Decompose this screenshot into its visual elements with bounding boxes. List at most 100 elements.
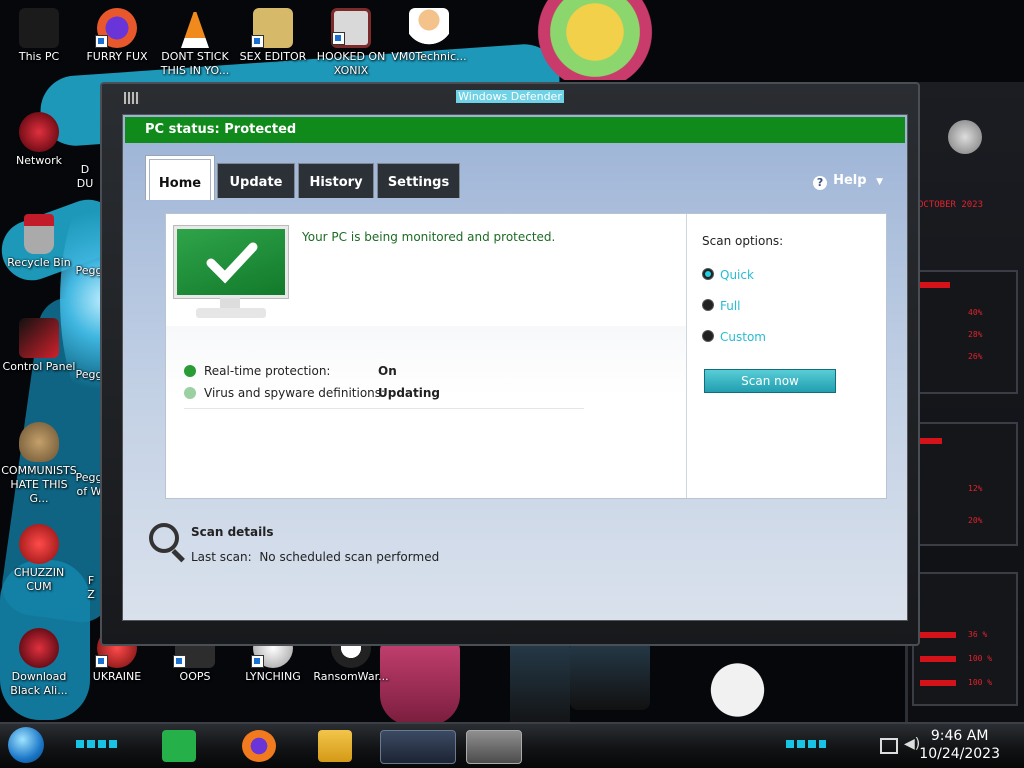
defender-taskbar-button[interactable]	[380, 730, 456, 764]
hud-panel: 36 % 100 % 100 %	[912, 572, 1018, 706]
help-menu[interactable]: ? Help ▼	[813, 173, 883, 190]
desktop-icon-this-pc[interactable]: This PC	[0, 8, 78, 64]
control-panel-icon	[19, 318, 59, 358]
taskbar-decoration	[786, 740, 826, 748]
desktop-icon-label: Network	[16, 154, 62, 167]
help-label: Help	[833, 173, 867, 188]
hud-bar	[920, 656, 956, 662]
technician-icon	[409, 8, 449, 48]
help-icon: ?	[813, 176, 828, 190]
hud-readout: 100 %	[968, 654, 993, 663]
notes-icon[interactable]	[162, 730, 196, 762]
scan-option-custom[interactable]: Custom	[702, 330, 766, 344]
desktop-icon-label: CHUZZIN CUM	[13, 566, 65, 593]
monitor-screen	[174, 226, 288, 298]
taskbar: ◀) 9:46 AM 10/24/2023	[0, 722, 1024, 768]
defender-window[interactable]: Windows Defender PC status: Protected Ho…	[100, 82, 920, 646]
desktop-icon-hooked-on-xonix[interactable]: HOOKED ON XONIX	[312, 8, 390, 78]
defender-client-area: PC status: Protected Home Update History…	[122, 114, 908, 621]
check-circle-icon	[184, 365, 196, 377]
wallpaper-character-leg	[510, 640, 570, 730]
desktop-icon-network[interactable]: Network	[0, 112, 78, 168]
pc-status-bar: PC status: Protected	[125, 117, 905, 143]
tab-settings[interactable]: Settings	[377, 163, 460, 198]
money-bag-icon	[19, 422, 59, 462]
protected-monitor-icon	[174, 226, 288, 330]
scan-now-button[interactable]: Scan now	[704, 369, 836, 393]
radio-icon	[702, 330, 714, 342]
tab-update[interactable]: Update	[217, 163, 295, 198]
chevron-down-icon: ▼	[876, 177, 883, 187]
hud-readout: 36 %	[968, 630, 988, 639]
tab-history[interactable]: History	[298, 163, 374, 198]
hud-sidebar: OCTOBER 2023 40% 28% 26% 12% 20% 36 % 10…	[905, 82, 1024, 722]
desktop-icon-sex-editor[interactable]: SEX EDITOR	[234, 8, 312, 64]
tab-home[interactable]: Home	[145, 155, 215, 200]
alien-logo-icon	[948, 120, 982, 154]
desktop-icon-label: FURRY FUX	[86, 50, 148, 63]
file-explorer-icon[interactable]	[318, 730, 352, 762]
wallpaper-character-leg	[380, 640, 460, 725]
computer-icon	[19, 8, 59, 48]
hud-readout: 12%	[968, 484, 983, 493]
taskbar-clock[interactable]: 9:46 AM 10/24/2023	[919, 727, 1000, 763]
alien-icon	[19, 628, 59, 668]
clock-time: 9:46 AM	[930, 728, 989, 744]
wallpaper-character-leg	[570, 640, 650, 710]
desktop-icon-label: Download Black Ali...	[10, 670, 68, 697]
radio-selected-icon	[702, 268, 714, 280]
desktop-icon-control-panel[interactable]: Control Panel	[0, 318, 78, 374]
home-panel: Your PC is being monitored and protected…	[165, 213, 887, 499]
desktop-icon-vm0technic[interactable]: VM0Technic...	[390, 8, 468, 64]
desktop-icon-label: HOOKED ON XONIX	[316, 50, 386, 77]
desktop-icon-recycle-bin[interactable]: Recycle Bin	[0, 214, 78, 270]
clock-date: 10/24/2023	[919, 746, 1000, 762]
panel-divider	[686, 214, 687, 498]
hud-bar	[920, 282, 950, 288]
hud-panel: 12% 20%	[912, 422, 1018, 546]
xonix-game-icon	[331, 8, 371, 48]
radio-icon	[702, 299, 714, 311]
magnifier-icon	[149, 523, 179, 553]
hud-bar	[920, 632, 956, 638]
checkmark-icon	[206, 242, 258, 284]
hud-readout: 28%	[968, 330, 983, 339]
wallpaper-character-head	[530, 0, 660, 80]
definitions-row: Virus and spyware definitions: Updating	[184, 386, 440, 400]
firefox-icon	[95, 8, 137, 48]
hxd-editor-icon	[251, 8, 293, 48]
scan-options-label: Scan options:	[702, 234, 784, 248]
protection-message: Your PC is being monitored and protected…	[302, 230, 556, 244]
desktop-icon-label: VM0Technic...	[391, 50, 467, 63]
definitions-value: Updating	[378, 386, 441, 400]
scan-option-full[interactable]: Full	[702, 299, 741, 313]
desktop-icon-furry-fux[interactable]: FURRY FUX	[78, 8, 156, 64]
hud-readout: 100 %	[968, 678, 993, 687]
panel-gradient	[166, 326, 686, 498]
realtime-protection-value: On	[378, 364, 397, 378]
wallpaper-character-shoe	[700, 645, 775, 720]
start-button[interactable]	[8, 727, 44, 763]
realtime-protection-row: Real-time protection: On	[184, 364, 397, 378]
scan-option-quick[interactable]: Quick	[702, 268, 754, 282]
chuzzle-icon	[19, 524, 59, 564]
hud-readout: 40%	[968, 308, 983, 317]
castle-app-taskbar-button[interactable]	[466, 730, 522, 764]
recycle-bin-icon	[24, 214, 54, 254]
hud-readout: 26%	[968, 352, 983, 361]
volume-icon[interactable]: ◀)	[904, 736, 920, 752]
desktop-icon-download-black-ali[interactable]: Download Black Ali...	[0, 628, 78, 698]
desktop-icon-dont-stick[interactable]: DONT STICK THIS IN YO...	[156, 8, 234, 78]
scan-details-title: Scan details	[191, 525, 274, 539]
network-tray-icon[interactable]	[880, 738, 898, 754]
hud-bar	[920, 438, 942, 444]
updating-icon	[184, 387, 196, 399]
firefox-icon[interactable]	[242, 730, 276, 762]
divider	[184, 408, 584, 409]
last-scan-info: Last scan: No scheduled scan performed	[191, 550, 440, 564]
taskbar-decoration	[76, 740, 118, 748]
vlc-cone-icon	[181, 8, 209, 48]
hud-date: OCTOBER 2023	[918, 200, 984, 210]
desktop-icon-label: UKRAINE	[92, 670, 142, 683]
desktop-icon-label: RansomWar...	[313, 670, 389, 683]
